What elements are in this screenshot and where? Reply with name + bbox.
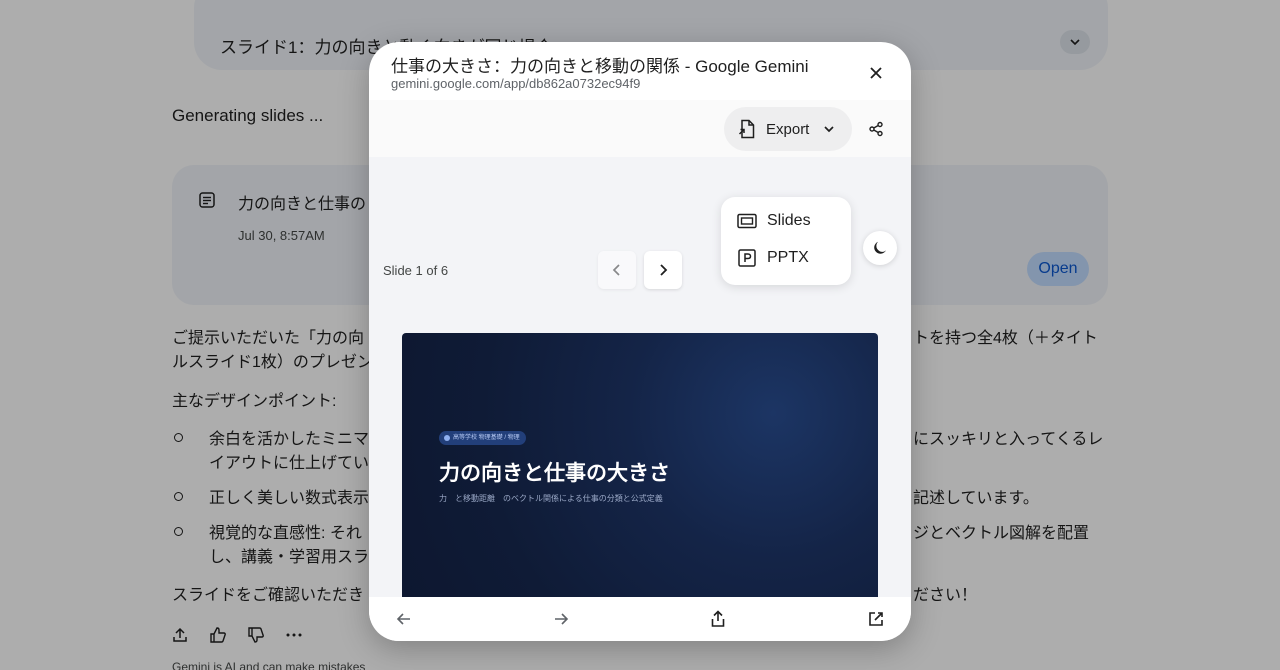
export-file-icon <box>738 119 755 139</box>
pptx-icon <box>738 249 756 267</box>
slide-counter: Slide 1 of 6 <box>383 263 449 278</box>
export-button[interactable]: Export <box>724 107 852 151</box>
export-menu-item-pptx[interactable]: PPTX <box>737 249 809 267</box>
open-in-new-icon <box>869 612 883 626</box>
next-slide-button[interactable] <box>644 251 682 289</box>
preview-modal: 仕事の大きさ：力の向きと移動の関係 - Google Gemini gemini… <box>369 42 911 641</box>
export-menu-item-slides[interactable]: Slides <box>737 212 811 230</box>
close-button[interactable] <box>862 59 890 87</box>
export-label: Export <box>766 120 810 138</box>
previous-slide-button[interactable] <box>598 251 636 289</box>
dark-mode-toggle[interactable] <box>863 231 897 265</box>
arrow-right-icon <box>555 613 569 625</box>
slides-icon <box>737 213 757 229</box>
slide-badge: 高等学校 物理基礎 / 物理 <box>439 431 526 445</box>
forward-button[interactable] <box>551 609 571 629</box>
share-page-button[interactable] <box>708 609 728 629</box>
close-icon <box>870 67 882 79</box>
export-menu: Slides PPTX <box>721 197 851 285</box>
back-button[interactable] <box>394 609 414 629</box>
export-menu-label: PPTX <box>767 249 809 266</box>
chevron-down-icon <box>824 126 834 133</box>
arrow-left-icon <box>396 613 410 625</box>
preview-area: Export Slides PPTX Slide 1 of 6 高等学校 物理基… <box>369 100 911 601</box>
slide-preview: 高等学校 物理基礎 / 物理 力の向きと仕事の大きさ 力 と移動距離 のベクトル… <box>402 333 878 601</box>
moon-icon <box>874 241 886 254</box>
upload-icon <box>711 610 725 627</box>
share-button[interactable] <box>865 118 887 140</box>
modal-url: gemini.google.com/app/db862a0732ec94f9 <box>391 76 641 91</box>
browser-footer <box>369 597 911 641</box>
slide-title: 力の向きと仕事の大きさ <box>439 462 670 485</box>
modal-title: 仕事の大きさ：力の向きと移動の関係 - Google Gemini <box>391 57 809 76</box>
open-external-button[interactable] <box>866 609 886 629</box>
chevron-left-icon <box>612 264 620 276</box>
chevron-right-icon <box>660 264 668 276</box>
export-menu-label: Slides <box>767 212 811 229</box>
share-icon <box>869 121 883 137</box>
slide-subtitle: 力 と移動距離 のベクトル関係による仕事の分類と公式定義 <box>439 494 663 503</box>
